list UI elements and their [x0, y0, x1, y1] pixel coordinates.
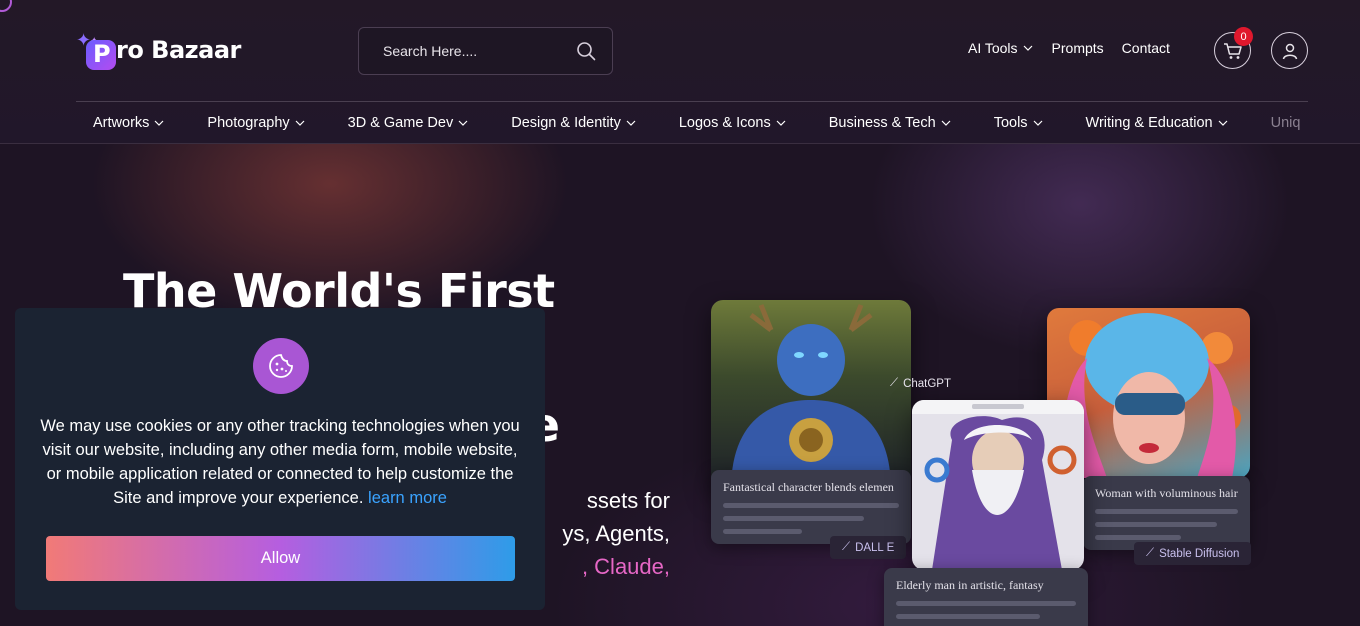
- nav-contact[interactable]: Contact: [1122, 40, 1170, 56]
- nav-ai-tools[interactable]: AI Tools: [968, 40, 1034, 56]
- category-business-tech[interactable]: Business & Tech: [829, 112, 952, 134]
- site-logo[interactable]: ✦✦ P ro Bazaar: [76, 28, 241, 72]
- wand-icon: ⟋: [890, 377, 899, 389]
- chevron-down-icon: [154, 120, 164, 126]
- card-caption: Elderly man in artistic, fantasy: [896, 578, 1044, 592]
- card-model-tag-chatgpt: ⟋ ChatGPT: [890, 377, 951, 390]
- wand-icon: ⟋: [842, 541, 851, 553]
- cart-count-badge: 0: [1234, 27, 1253, 46]
- site-header: ✦✦ P ro Bazaar AI Tools Prompts Contact …: [0, 0, 1360, 144]
- category-design-identity[interactable]: Design & Identity: [511, 112, 637, 134]
- learn-more-link[interactable]: learn more: [368, 489, 447, 507]
- category-3d-game-dev[interactable]: 3D & Game Dev: [348, 112, 470, 134]
- nav-prompts[interactable]: Prompts: [1052, 40, 1104, 56]
- showcase-image-elderly-man[interactable]: [912, 400, 1084, 570]
- elderly-man-illustration: [912, 400, 1084, 570]
- user-account-button[interactable]: [1271, 32, 1308, 69]
- chevron-down-icon: [626, 120, 636, 126]
- card-caption: Woman with voluminous hair: [1095, 486, 1238, 500]
- corner-decoration: [0, 0, 12, 12]
- chevron-down-icon: [1023, 45, 1032, 51]
- search-input[interactable]: [383, 43, 576, 59]
- cookie-message: We may use cookies or any other tracking…: [40, 417, 520, 507]
- showcase-card-info-3: Woman with voluminous hair: [1083, 476, 1250, 550]
- top-nav: AI Tools Prompts Contact: [968, 40, 1170, 56]
- category-nav: Artworks Photography 3D & Game Dev Desig…: [93, 112, 1305, 134]
- cookie-consent-banner: We may use cookies or any other tracking…: [15, 308, 545, 610]
- header-divider: [76, 101, 1308, 102]
- chevron-down-icon: [295, 120, 305, 126]
- cookie-icon: [253, 338, 309, 394]
- chevron-down-icon: [1218, 120, 1228, 126]
- showcase-card-info-2: Elderly man in artistic, fantasy: [884, 568, 1088, 626]
- card-model-tag-stable-diffusion: ⟋ Stable Diffusion: [1134, 542, 1252, 565]
- allow-cookies-button[interactable]: Allow: [46, 536, 515, 581]
- creature-illustration: [731, 304, 891, 490]
- search-icon[interactable]: [576, 41, 596, 61]
- logo-mark-icon: ✦✦ P: [76, 30, 116, 70]
- category-artworks[interactable]: Artworks: [93, 112, 165, 134]
- category-unique[interactable]: Uniq: [1271, 112, 1301, 134]
- logo-text: ro Bazaar: [116, 36, 241, 64]
- showcase-card-info-1: Fantastical character blends elemen: [711, 470, 911, 544]
- chevron-down-icon: [458, 120, 468, 126]
- chevron-down-icon: [941, 120, 951, 126]
- card-caption: Fantastical character blends elemen: [723, 480, 894, 494]
- chevron-down-icon: [1033, 120, 1042, 126]
- category-tools[interactable]: Tools: [994, 112, 1044, 134]
- user-icon: [1282, 43, 1297, 59]
- category-writing-education[interactable]: Writing & Education: [1086, 112, 1229, 134]
- category-logos-icons[interactable]: Logos & Icons: [679, 112, 787, 134]
- category-photography[interactable]: Photography: [207, 112, 305, 134]
- search-box: [358, 27, 613, 75]
- chevron-down-icon: [776, 120, 786, 126]
- card-model-tag-dalle: ⟋ DALL E: [830, 536, 907, 559]
- showcase-image-fantasy-creature[interactable]: [711, 300, 911, 490]
- wand-icon: ⟋: [1146, 547, 1155, 559]
